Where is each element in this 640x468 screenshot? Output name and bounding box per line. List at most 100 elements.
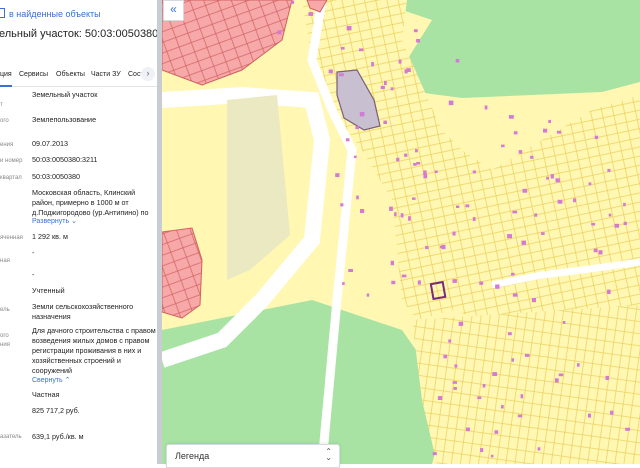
building-marker [454, 364, 458, 368]
building-marker [546, 176, 549, 180]
building-marker [404, 153, 408, 157]
building-marker [537, 447, 541, 451]
tab-objects[interactable]: Объекты [56, 71, 85, 78]
building-marker [455, 59, 460, 63]
row-value-form: Землепользование [32, 115, 97, 124]
building-marker [557, 199, 563, 204]
building-marker [465, 204, 470, 208]
building-marker [412, 197, 416, 200]
building-marker [341, 46, 345, 50]
collapse-permitted-use-link[interactable]: Свернуть ⌃ [32, 376, 71, 384]
building-marker [511, 358, 514, 362]
row-value-cadastral-number: 50:03:0050380:3211 [32, 155, 98, 164]
row-value-permitted-use: Для дачного строительства с правом возве… [32, 326, 156, 375]
tabs-next-button[interactable]: › [141, 67, 155, 81]
building-marker [423, 170, 427, 175]
tab-services[interactable]: Сервисы [19, 71, 48, 78]
building-marker [495, 284, 500, 289]
tab-information[interactable]: ция [0, 71, 12, 87]
building-marker [359, 112, 365, 117]
map-canvas[interactable] [162, 0, 640, 464]
building-marker [416, 162, 421, 165]
tab-plot-parts[interactable]: Части ЗУ [91, 71, 121, 78]
building-marker [492, 372, 498, 376]
building-marker [389, 206, 393, 211]
info-panel: в найденные объекты ельный участок: 50:0… [0, 0, 157, 464]
building-marker [328, 69, 333, 74]
building-marker [338, 73, 344, 77]
building-marker [308, 12, 314, 16]
building-marker [432, 452, 437, 456]
building-marker [577, 363, 580, 367]
row-label-permitted-use: ого ния [0, 333, 10, 348]
back-link-label: в найденные объекты [9, 9, 101, 19]
building-marker [512, 293, 518, 297]
updown-chevron-icon: ⌃ ⌄ [325, 447, 332, 462]
collapse-panel-button[interactable]: « [163, 0, 184, 21]
expand-address-link[interactable]: Развернуть ⌄ [32, 217, 77, 225]
row-value-type: Земельный участок [32, 90, 98, 99]
building-marker [472, 170, 476, 174]
building-marker [588, 413, 591, 418]
row-value-cadastral-cost: 825 717,2 руб. [32, 406, 80, 415]
building-marker [507, 234, 512, 239]
row-label-quarter: квартал [0, 175, 22, 181]
double-chevron-left-icon: « [170, 2, 177, 16]
building-marker [480, 448, 484, 452]
building-marker [472, 217, 476, 221]
building-marker [522, 188, 528, 193]
building-marker [342, 282, 345, 285]
building-marker [340, 203, 344, 207]
building-marker [371, 62, 374, 67]
building-marker [380, 86, 385, 90]
row-label-type: т [0, 102, 3, 108]
building-marker [400, 213, 404, 218]
row-value-dash-1: - [32, 248, 35, 257]
building-marker [530, 155, 534, 159]
building-marker [277, 30, 282, 35]
chevron-up-icon: ⌃ [64, 377, 71, 384]
building-marker [607, 168, 611, 172]
building-marker [548, 119, 551, 123]
building-marker [511, 272, 515, 276]
building-marker [623, 202, 626, 207]
building-marker [610, 410, 614, 415]
row-label-area: яченная [0, 235, 23, 241]
building-marker [550, 174, 554, 179]
building-marker [413, 163, 417, 166]
back-to-results-link[interactable]: в найденные объекты [0, 8, 101, 19]
building-marker [521, 240, 526, 245]
building-marker [605, 375, 609, 380]
collapse-label: Свернуть [32, 377, 63, 384]
building-marker [534, 213, 538, 217]
building-marker [335, 173, 340, 178]
building-marker [466, 427, 470, 432]
row-value-address: Московская область, Клинский район, прим… [32, 188, 149, 217]
building-marker [346, 26, 352, 31]
building-marker [525, 353, 530, 357]
building-marker [593, 248, 598, 253]
building-marker [383, 120, 387, 124]
row-label-form: ого [0, 118, 9, 124]
chevron-down-icon: ⌄ [71, 218, 77, 225]
expand-label: Развернуть [32, 218, 70, 225]
building-marker [384, 80, 387, 86]
building-marker [390, 260, 394, 266]
building-marker [608, 213, 612, 217]
building-marker [406, 68, 411, 72]
scrollbar-thumb[interactable] [157, 0, 162, 464]
building-marker [479, 281, 484, 285]
row-value-category: Земли сельскохозяйственного назначения [32, 302, 134, 321]
legend-selector[interactable]: Легенда ⌃ ⌄ [166, 444, 340, 468]
building-marker [625, 427, 630, 431]
building-marker [415, 149, 418, 153]
row-value-date: 09.07.2013 [32, 139, 68, 148]
cadastral-map[interactable] [162, 0, 640, 464]
chevron-right-icon: › [146, 68, 150, 78]
building-marker [513, 131, 518, 135]
row-label-cadastral-number: й номер [0, 158, 23, 164]
building-marker [517, 414, 523, 418]
building-marker [588, 182, 592, 186]
building-marker [353, 155, 357, 159]
panel-scrollbar[interactable] [157, 0, 162, 464]
